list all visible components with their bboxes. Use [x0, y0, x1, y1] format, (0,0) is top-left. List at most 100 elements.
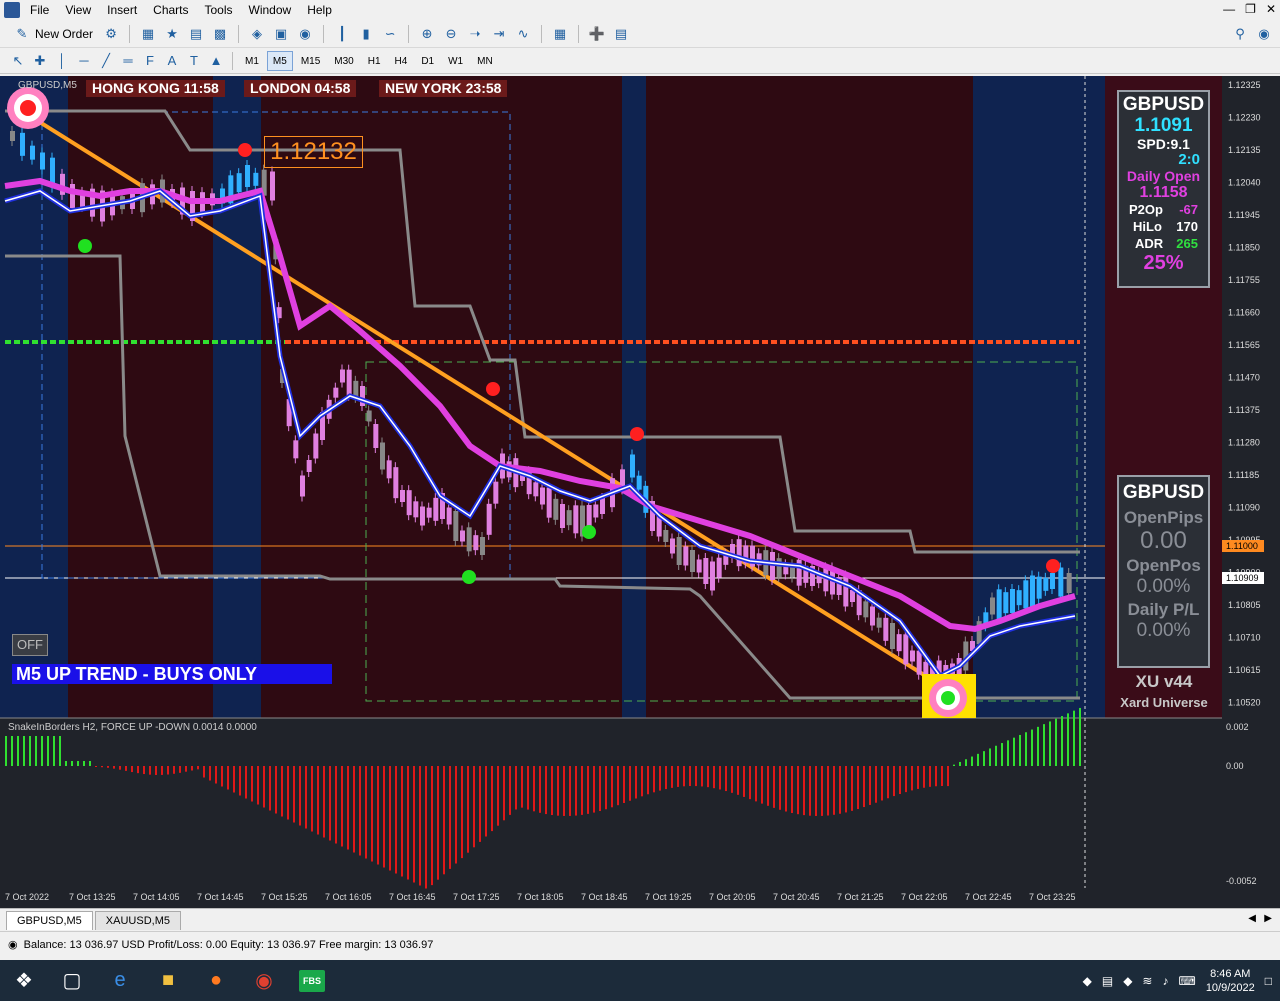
tray-language-icon[interactable]: ⌨: [1178, 974, 1195, 988]
line-chart-icon[interactable]: ∽: [380, 24, 400, 44]
buy-signal-dot: [78, 239, 92, 253]
notification-icon[interactable]: □: [1265, 974, 1272, 988]
timeframe-m1[interactable]: M1: [239, 51, 265, 71]
candle-body: [690, 550, 695, 572]
terminal-icon[interactable]: ▩: [210, 24, 230, 44]
tester-icon[interactable]: ◉: [295, 24, 315, 44]
market-watch-icon[interactable]: ▦: [138, 24, 158, 44]
histogram-bar: [1025, 732, 1027, 766]
info-panel: GBPUSD 1.1091 SPD:9.1 2:0 Daily Open 1.1…: [1117, 90, 1210, 288]
timeframe-h1[interactable]: H1: [362, 51, 387, 71]
shapes-icon[interactable]: ▲: [206, 51, 226, 71]
top-target-center: [20, 100, 36, 116]
timeframe-m30[interactable]: M30: [328, 51, 359, 71]
histogram-bar: [881, 766, 883, 801]
crosshair-icon[interactable]: ✚: [30, 51, 50, 71]
task-view-icon[interactable]: ▢: [48, 960, 96, 1001]
time-tick-label: 7 Oct 23:25: [1029, 892, 1076, 902]
candle-body: [540, 487, 545, 505]
trendline-icon[interactable]: ╱: [96, 51, 116, 71]
tab-gbpusd[interactable]: GBPUSD,M5: [6, 911, 93, 930]
cursor-icon[interactable]: ↖: [8, 51, 28, 71]
clock-time: 8:46 AM: [1210, 967, 1251, 980]
candle-body: [40, 152, 45, 170]
text-icon[interactable]: A: [162, 51, 182, 71]
autotrading-icon[interactable]: ⚙: [101, 24, 121, 44]
edge-icon[interactable]: e: [96, 960, 144, 1001]
tray-security-icon[interactable]: ◆: [1123, 974, 1132, 988]
timeframe-mn[interactable]: MN: [471, 51, 499, 71]
menu-help[interactable]: Help: [299, 3, 340, 17]
main-toolbar: ✎ New Order ⚙ ▦ ★ ▤ ▩ ◈ ▣ ◉ ┃ ▮ ∽ ⊕ ⊖ ➝ …: [0, 20, 1280, 48]
info-ratio: 2:0: [1178, 151, 1200, 168]
add-indicator-icon[interactable]: ➕: [587, 24, 607, 44]
p2op-row: P2Op -67: [1119, 201, 1208, 218]
histogram-bar: [407, 766, 409, 880]
tray-network-icon[interactable]: ▤: [1102, 974, 1113, 988]
tray-wifi-icon[interactable]: ≋: [1142, 974, 1152, 988]
bar-chart-icon[interactable]: ┃: [332, 24, 352, 44]
histogram-bar: [737, 766, 739, 795]
notifications-icon[interactable]: ◉: [1254, 24, 1274, 44]
vertical-line-icon[interactable]: │: [52, 51, 72, 71]
timeframe-m5[interactable]: M5: [266, 50, 293, 71]
candle-body: [373, 424, 379, 448]
histogram-bar: [41, 736, 43, 766]
restore-icon[interactable]: ❐: [1245, 2, 1256, 16]
histogram-bar: [1067, 713, 1069, 766]
fbs-app-icon[interactable]: FBS: [288, 960, 336, 1001]
horizontal-line-icon[interactable]: ─: [74, 51, 94, 71]
tab-scroll-left-icon[interactable]: ◀: [1248, 913, 1256, 924]
fibonacci-icon[interactable]: F: [140, 51, 160, 71]
file-explorer-icon[interactable]: ■: [144, 960, 192, 1001]
histogram-bar: [635, 766, 637, 799]
timeframe-w1[interactable]: W1: [442, 51, 469, 71]
fullscreen-icon[interactable]: ▣: [271, 24, 291, 44]
tile-windows-icon[interactable]: ▦: [550, 24, 570, 44]
off-button[interactable]: OFF: [12, 634, 48, 656]
tab-scroll-right-icon[interactable]: ▶: [1264, 913, 1272, 924]
zoom-in-icon[interactable]: ⊕: [417, 24, 437, 44]
navigator-icon[interactable]: ▤: [186, 24, 206, 44]
daily-open-label: Daily Open: [1126, 168, 1201, 184]
chart-shift-icon[interactable]: ⇥: [489, 24, 509, 44]
histogram-bar: [995, 745, 997, 766]
search-icon[interactable]: ⚲: [1230, 24, 1250, 44]
chart-window[interactable]: 1.12325 1.12230 1.12135 1.12040 1.11945 1.118…: [0, 76, 1280, 908]
menu-charts[interactable]: Charts: [145, 3, 196, 17]
menu-window[interactable]: Window: [241, 3, 300, 17]
price-tick-label: 1.10615: [1228, 665, 1261, 675]
templates-icon[interactable]: ▤: [611, 24, 631, 44]
autoscroll-icon[interactable]: ➝: [465, 24, 485, 44]
chrome-icon[interactable]: ◉: [240, 960, 288, 1001]
zoom-out-icon[interactable]: ⊖: [441, 24, 461, 44]
firefox-icon[interactable]: ●: [192, 960, 240, 1001]
windows-start-icon[interactable]: ❖: [0, 960, 48, 1001]
indicator-tick-label: -0.0052: [1226, 876, 1257, 886]
tray-app-icon[interactable]: ◆: [1083, 974, 1092, 988]
timeframe-h4[interactable]: H4: [389, 51, 414, 71]
clock[interactable]: 8:46 AM 10/9/2022: [1206, 967, 1255, 995]
price-chart[interactable]: 1.12325 1.12230 1.12135 1.12040 1.11945 1.118…: [0, 76, 1280, 908]
tab-xauusd[interactable]: XAUUSD,M5: [94, 911, 181, 930]
history-icon[interactable]: ◈: [247, 24, 267, 44]
histogram-bar: [107, 766, 109, 768]
tray-volume-icon[interactable]: ♪: [1162, 974, 1168, 988]
new-order-button[interactable]: ✎ New Order: [8, 23, 97, 45]
minimize-icon[interactable]: —: [1223, 2, 1235, 16]
timeframe-d1[interactable]: D1: [415, 51, 440, 71]
indicators-icon[interactable]: ∿: [513, 24, 533, 44]
menu-tools[interactable]: Tools: [197, 3, 241, 17]
menu-view[interactable]: View: [57, 3, 99, 17]
channel-icon[interactable]: ═: [118, 51, 138, 71]
menu-file[interactable]: File: [22, 3, 57, 17]
menu-insert[interactable]: Insert: [99, 3, 145, 17]
close-icon[interactable]: ✕: [1266, 2, 1276, 16]
candlestick-icon[interactable]: ▮: [356, 24, 376, 44]
favorites-icon[interactable]: ★: [162, 24, 182, 44]
text-label-icon[interactable]: T: [184, 51, 204, 71]
candle-body: [480, 537, 485, 555]
timeframe-m15[interactable]: M15: [295, 51, 326, 71]
histogram-bar: [917, 766, 919, 789]
price-tick-label: 1.11470: [1228, 373, 1260, 383]
